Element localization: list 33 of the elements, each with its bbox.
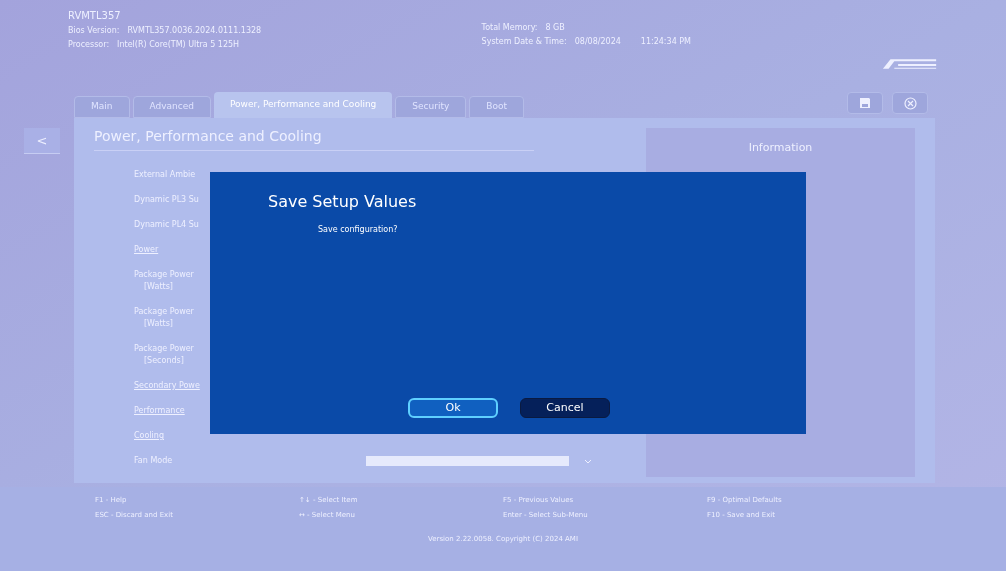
section-link[interactable]: Performance [134,405,208,417]
date-value: 08/08/2024 [574,36,621,48]
date-time-label: System Date & Time: [481,36,567,48]
dialog-title: Save Setup Values [268,191,418,213]
bios-version-value: RVMTL357.0036.2024.0111.1328 [127,25,262,37]
section-link[interactable]: Power [134,244,208,256]
section-link[interactable]: Secondary Powe [134,380,208,392]
dialog-button[interactable]: Cancel [520,398,610,418]
dialog-message: Save configuration? [318,224,399,236]
time-value: 11:24:34 PM [640,36,691,48]
dialog-button[interactable]: Ok [408,398,498,418]
tab[interactable]: Boot [469,96,524,118]
total-memory-value: 8 GB [545,22,565,34]
information-title: Information [748,140,813,156]
setting-label: Dynamic PL4 Su [134,219,200,231]
tab[interactable]: Security [395,96,467,118]
tab[interactable]: Main [74,96,130,118]
section-link[interactable]: Cooling [134,430,208,442]
setting-label: Package Power [134,306,195,318]
setting-label: [Watts] [143,318,174,330]
processor-label: Processor: [68,39,110,51]
setting-label: External Ambie [134,169,197,181]
back-button[interactable]: < [24,128,60,155]
total-memory-label: Total Memory: [481,22,538,34]
setting-label: Package Power [134,343,195,355]
processor-value: Intel(R) Core(TM) Ultra 5 125H [117,39,240,51]
tab[interactable]: Advanced [132,96,211,118]
setting-label: Package Power [134,269,195,281]
setting-label: [Watts] [143,281,174,293]
page-title: Power, Performance and Cooling [94,126,534,151]
model-name: RVMTL357 [68,9,122,23]
tab[interactable]: Power, Performance and Cooling [213,92,393,118]
bios-version-label: Bios Version: [68,25,120,37]
